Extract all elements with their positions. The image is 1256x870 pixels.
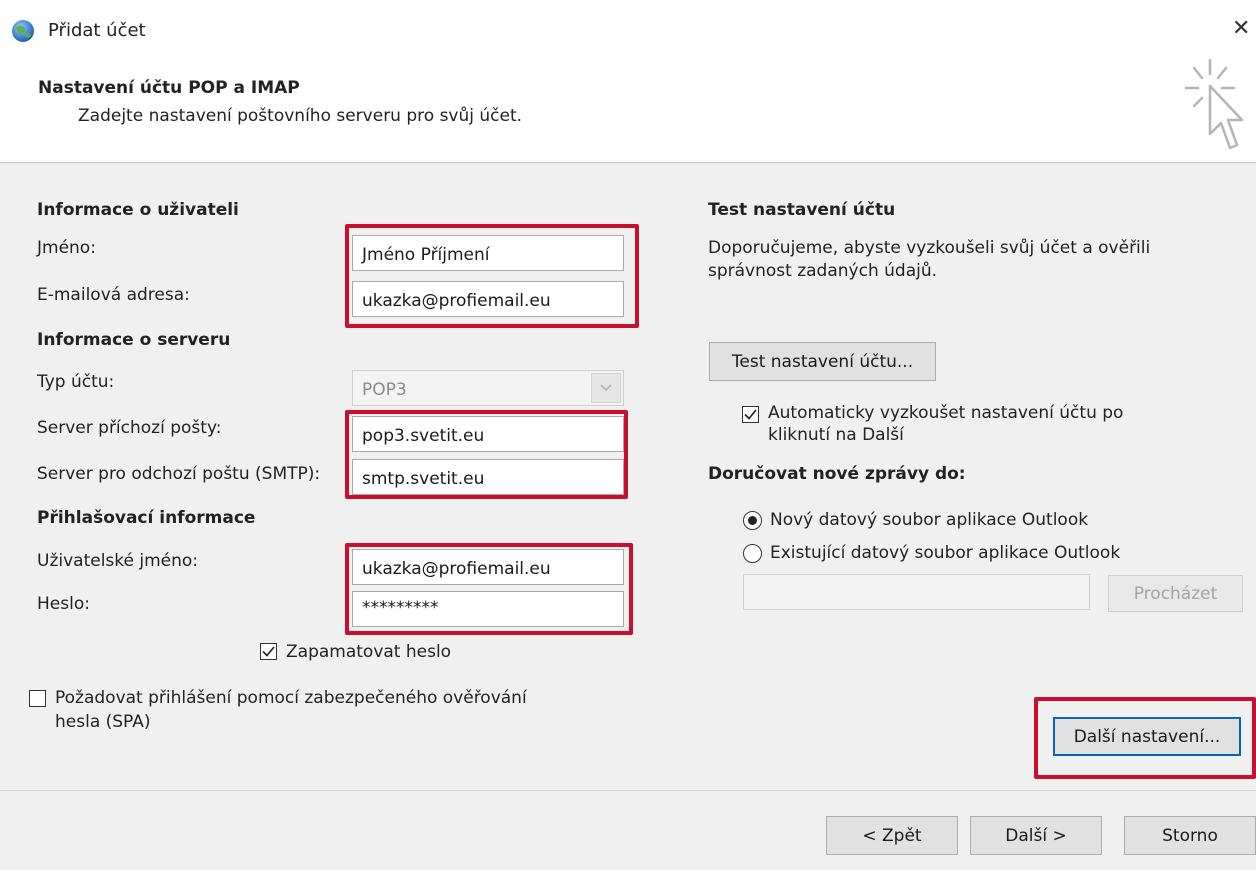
username-label: Uživatelské jméno: bbox=[37, 551, 199, 571]
user-info-heading: Informace o uživateli bbox=[37, 200, 239, 220]
radio-new-data-file-label[interactable]: Nový datový soubor aplikace Outlook bbox=[770, 510, 1088, 530]
outgoing-server-label: Server pro odchozí poštu (SMTP): bbox=[37, 464, 321, 484]
login-info-heading: Přihlašovací informace bbox=[37, 508, 256, 528]
test-description-line1: Doporučujeme, abyste vyzkoušeli svůj úče… bbox=[708, 238, 1151, 258]
spa-label-line1[interactable]: Požadovat přihlášení pomocí zabezpečenéh… bbox=[55, 688, 527, 708]
incoming-server-label: Server příchozí pošty: bbox=[37, 418, 222, 438]
remember-password-label[interactable]: Zapamatovat heslo bbox=[286, 642, 451, 662]
delivery-heading: Doručovat nové zprávy do: bbox=[708, 464, 966, 484]
spa-checkbox[interactable] bbox=[29, 690, 46, 707]
test-settings-button[interactable]: Test nastavení účtu... bbox=[709, 342, 936, 381]
account-type-select: POP3 bbox=[352, 370, 624, 406]
highlight-server-info bbox=[345, 410, 628, 499]
chevron-down-icon bbox=[591, 373, 621, 403]
auto-test-label-line2[interactable]: kliknutí na Další bbox=[768, 425, 904, 445]
radio-existing-data-file[interactable] bbox=[743, 544, 762, 563]
close-icon[interactable]: ✕ bbox=[1232, 16, 1250, 41]
back-button[interactable]: < Zpět bbox=[826, 816, 958, 855]
data-file-path-field bbox=[743, 574, 1090, 610]
auto-test-checkbox[interactable] bbox=[742, 406, 759, 423]
account-type-label: Typ účtu: bbox=[37, 372, 115, 392]
spa-label-line2[interactable]: hesla (SPA) bbox=[55, 712, 150, 732]
email-label: E-mailová adresa: bbox=[37, 285, 190, 305]
remember-password-checkbox[interactable] bbox=[260, 643, 277, 660]
window-title: Přidat účet bbox=[48, 20, 146, 41]
footer-divider bbox=[0, 790, 1256, 791]
highlight-login-info bbox=[345, 543, 633, 635]
cursor-sparkle-icon bbox=[1180, 56, 1250, 156]
radio-existing-data-file-label[interactable]: Existující datový soubor aplikace Outloo… bbox=[770, 543, 1120, 563]
page-title: Nastavení účtu POP a IMAP bbox=[38, 78, 300, 98]
highlight-user-info bbox=[345, 224, 639, 328]
highlight-more-settings bbox=[1034, 697, 1256, 779]
next-button[interactable]: Další > bbox=[970, 816, 1102, 855]
page-subtitle: Zadejte nastavení poštovního serveru pro… bbox=[78, 106, 523, 126]
test-heading: Test nastavení účtu bbox=[708, 200, 896, 220]
account-type-value: POP3 bbox=[362, 380, 407, 400]
app-icon bbox=[10, 18, 36, 44]
cancel-button[interactable]: Storno bbox=[1124, 816, 1256, 855]
auto-test-label-line1[interactable]: Automaticky vyzkoušet nastavení účtu po bbox=[768, 403, 1123, 423]
password-label: Heslo: bbox=[37, 594, 90, 614]
browse-button: Procházet bbox=[1108, 575, 1243, 612]
radio-new-data-file[interactable] bbox=[743, 511, 762, 530]
name-label: Jméno: bbox=[37, 238, 96, 258]
server-info-heading: Informace o serveru bbox=[37, 330, 231, 350]
test-description-line2: správnost zadaných údajů. bbox=[708, 261, 938, 281]
